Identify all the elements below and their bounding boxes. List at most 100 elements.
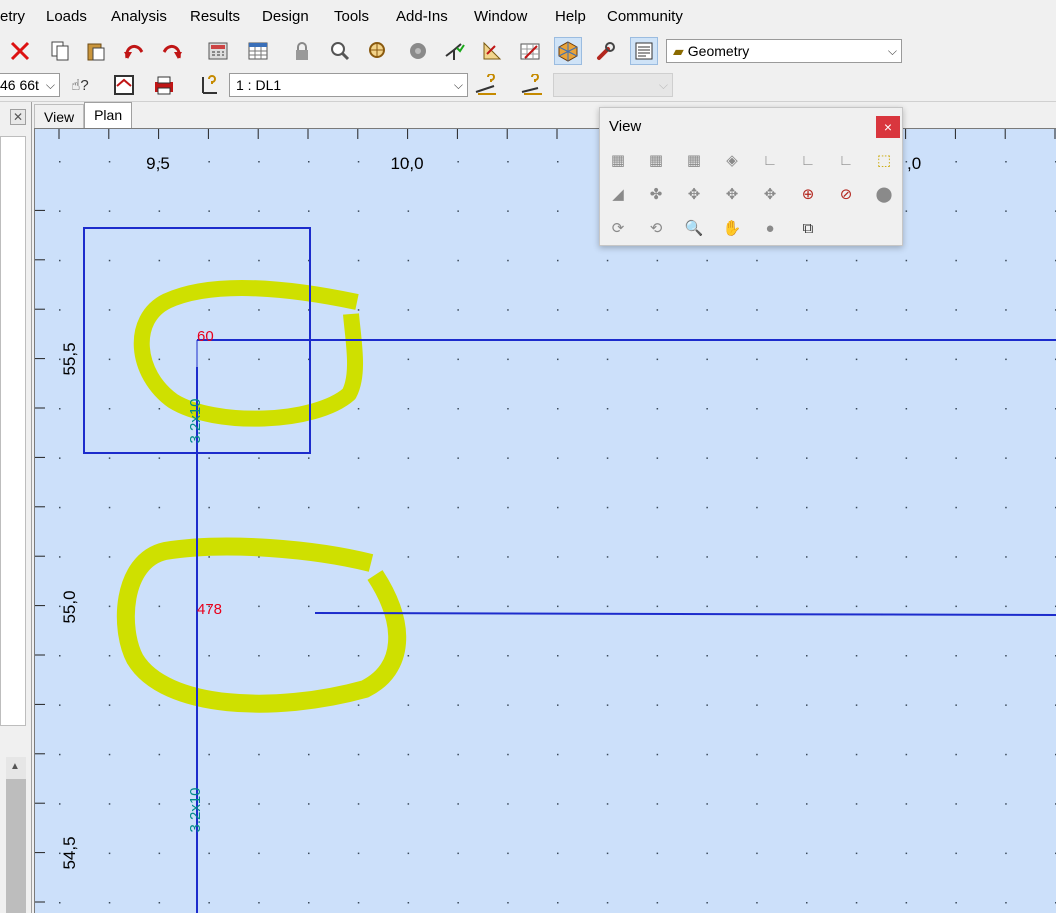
grid-dot xyxy=(1005,655,1007,657)
grid-dot xyxy=(656,309,659,311)
rotate-z-icon[interactable]: ✥ xyxy=(756,180,784,208)
tab-view[interactable]: View xyxy=(34,104,85,128)
redo-icon[interactable] xyxy=(158,37,186,65)
grid-dot xyxy=(756,803,758,805)
grid-dot xyxy=(606,506,609,509)
grid-dot xyxy=(855,902,858,904)
window-stack-icon[interactable]: ⧉ xyxy=(794,214,822,242)
grid-dot xyxy=(557,506,559,509)
axis-yz-icon[interactable]: ∟ xyxy=(794,146,822,174)
grid-dot xyxy=(557,753,559,756)
grid-dot xyxy=(706,358,708,361)
menu-window[interactable]: Window xyxy=(474,8,527,25)
grid-dot xyxy=(208,902,210,904)
scrollbar[interactable]: ▲ xyxy=(6,757,26,913)
calculator-icon[interactable] xyxy=(204,37,232,65)
model-3d-icon[interactable] xyxy=(554,37,582,65)
axis-xy-icon[interactable]: ∟ xyxy=(756,146,784,174)
view-z-icon[interactable]: ▦ xyxy=(680,146,708,174)
copy-icon[interactable] xyxy=(46,37,74,65)
grid-dot xyxy=(1005,902,1007,904)
view-x-icon[interactable]: ▦ xyxy=(604,146,632,174)
grid-dot xyxy=(208,506,210,509)
rotate-ccw-icon[interactable]: ⟲ xyxy=(642,214,670,242)
menu-geometry[interactable]: etry xyxy=(0,8,25,25)
menu-help[interactable]: Help xyxy=(555,8,586,25)
scroll-thumb[interactable] xyxy=(6,779,26,913)
measure-icon[interactable] xyxy=(478,37,506,65)
menu-design[interactable]: Design xyxy=(262,8,309,25)
app-window: etry Loads Analysis Results Design Tools… xyxy=(0,0,1056,913)
view-toolbar-window[interactable]: View × ▦ ▦ ▦ ◈ ∟ ∟ ∟ ⬚ ◢ ✤ ✥ ✥ ✥ ⊕ ⊘ ⬤ ⟳… xyxy=(599,107,903,246)
zoom-target-icon[interactable] xyxy=(364,37,392,65)
lock-icon[interactable] xyxy=(288,37,316,65)
rotate-x-icon[interactable]: ✥ xyxy=(680,180,708,208)
menu-add-ins[interactable]: Add-Ins xyxy=(396,8,448,25)
tab-plan[interactable]: Plan xyxy=(84,102,133,128)
print-icon[interactable] xyxy=(150,71,178,99)
grid-dot xyxy=(806,852,808,855)
rotate-y-icon[interactable]: ✥ xyxy=(718,180,746,208)
rotate-cw-icon[interactable]: ⟳ xyxy=(604,214,632,242)
grid-dot xyxy=(59,803,61,805)
page-setup-icon[interactable] xyxy=(630,37,658,65)
grid-dot xyxy=(208,161,210,163)
delete-icon[interactable] xyxy=(6,37,34,65)
grid-dot xyxy=(905,457,908,459)
box-3d-icon[interactable]: ⬚ xyxy=(870,146,898,174)
axis-xz-icon[interactable]: ∟ xyxy=(832,146,860,174)
wrench-icon[interactable] xyxy=(592,37,620,65)
shape-icon[interactable] xyxy=(404,37,432,65)
view-iso-icon[interactable]: ◈ xyxy=(718,146,746,174)
menu-community[interactable]: Community xyxy=(607,8,683,25)
grid-dot xyxy=(855,506,858,509)
scroll-up-icon[interactable]: ▲ xyxy=(10,761,20,772)
structure-icon[interactable] xyxy=(110,71,138,99)
y-tick-label: 55,5 xyxy=(60,342,79,375)
units-select[interactable]: 46 66t ⌵ xyxy=(0,73,60,97)
member-check-icon[interactable] xyxy=(440,37,468,65)
grid-dot xyxy=(606,605,609,608)
zoom-dynamic-icon[interactable]: ⊘ xyxy=(832,180,860,208)
pan-hand-icon[interactable]: ✋ xyxy=(718,214,746,242)
pan-sphere-icon[interactable]: ⬤ xyxy=(870,180,898,208)
grid-edit-icon[interactable] xyxy=(516,37,544,65)
grid-dot xyxy=(905,704,908,706)
perspective-icon[interactable]: ◢ xyxy=(604,180,632,208)
grid-dot xyxy=(1005,605,1007,608)
shade-icon[interactable]: ● xyxy=(756,214,784,242)
member-line xyxy=(314,612,1056,616)
grid-dot xyxy=(407,210,410,212)
menu-analysis[interactable]: Analysis xyxy=(111,8,167,25)
menu-tools[interactable]: Tools xyxy=(334,8,369,25)
menu-loads[interactable]: Loads xyxy=(46,8,87,25)
grid-dot xyxy=(507,556,509,558)
close-icon[interactable]: ✕ xyxy=(10,109,26,125)
undo-icon[interactable] xyxy=(120,37,148,65)
support-icon[interactable] xyxy=(194,71,222,99)
help-cursor-icon[interactable]: ☝? xyxy=(66,71,94,99)
grid-dot xyxy=(407,556,410,558)
grid-dot xyxy=(1005,358,1007,361)
close-icon[interactable]: × xyxy=(876,116,900,138)
grid-dot xyxy=(457,506,459,509)
load-case-select[interactable]: 1 : DL1 ⌵ xyxy=(229,73,468,97)
paste-icon[interactable] xyxy=(82,37,110,65)
rotate-iso-icon[interactable]: ✤ xyxy=(642,180,670,208)
menu-results[interactable]: Results xyxy=(190,8,240,25)
side-panel-list[interactable] xyxy=(0,136,26,726)
grid-dot xyxy=(507,902,509,904)
load-help-icon[interactable] xyxy=(472,71,500,99)
view-mode-select[interactable]: ▰ Geometry ⌵ xyxy=(666,39,902,63)
grid-dot xyxy=(59,655,61,657)
grid-dot xyxy=(557,852,559,855)
zoom-in-icon[interactable]: 🔍 xyxy=(680,214,708,242)
view-y-icon[interactable]: ▦ xyxy=(642,146,670,174)
table-icon[interactable] xyxy=(244,37,272,65)
grid-dot xyxy=(606,902,609,904)
grid-dot xyxy=(905,408,908,410)
grid-dot xyxy=(606,655,609,657)
load-edit-icon[interactable] xyxy=(518,71,546,99)
zoom-window-icon[interactable]: ⊕ xyxy=(794,180,822,208)
search-icon[interactable] xyxy=(326,37,354,65)
